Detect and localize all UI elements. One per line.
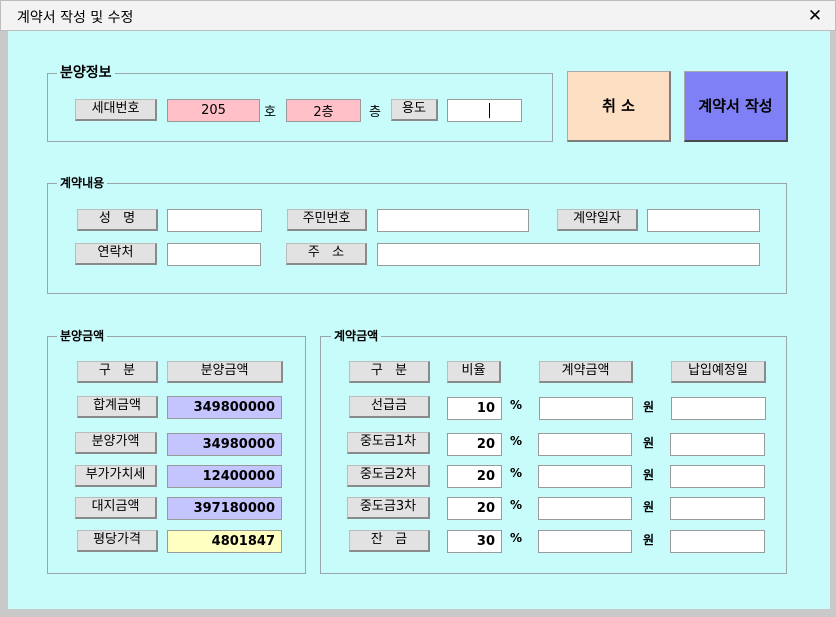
ratio-input[interactable]: [447, 397, 502, 420]
percent-unit: %: [510, 466, 523, 480]
title-bar: 계약서 작성 및 수정 ✕: [0, 0, 836, 31]
resident-id-label: 주민번호: [287, 209, 367, 231]
due-date-input[interactable]: [671, 397, 766, 420]
contract-info-frame: [47, 183, 787, 294]
ratio-input[interactable]: [447, 433, 502, 456]
won-unit: 원: [643, 436, 655, 450]
sale-row-label: 평당가격: [77, 530, 158, 552]
sale-category-header: 구 분: [77, 361, 158, 383]
sale-row-value[interactable]: [167, 433, 282, 456]
sale-row-label: 분양가액: [75, 432, 157, 454]
contract-amount-header: 계약금액: [539, 361, 633, 383]
sale-info-legend: 분양정보: [57, 65, 115, 81]
due-date-header: 납입예정일: [671, 361, 766, 383]
sale-row-value[interactable]: [167, 497, 282, 520]
usage-input[interactable]: [447, 99, 522, 122]
unit-number-label: 세대번호: [75, 99, 157, 121]
percent-unit: %: [510, 398, 523, 412]
due-date-input[interactable]: [670, 465, 765, 488]
sale-amount-legend: 분양금액: [57, 328, 108, 344]
won-unit: 원: [643, 468, 655, 482]
due-date-input[interactable]: [670, 497, 765, 520]
payment-label: 중도금2차: [347, 465, 430, 487]
sale-row-value[interactable]: [167, 396, 282, 419]
name-input[interactable]: [167, 209, 262, 232]
sale-row-value[interactable]: [167, 465, 282, 488]
ratio-input[interactable]: [447, 530, 502, 553]
ratio-input[interactable]: [447, 497, 502, 520]
ratio-input[interactable]: [447, 465, 502, 488]
sale-amount-header: 분양금액: [167, 361, 283, 383]
sale-row-label: 부가가치세: [75, 465, 157, 487]
contact-input[interactable]: [167, 243, 261, 266]
payment-label: 중도금3차: [347, 497, 430, 519]
floor-input[interactable]: [286, 99, 361, 122]
amount-input[interactable]: [538, 497, 632, 520]
contract-date-label: 계약일자: [557, 209, 638, 231]
floor-suffix: 층: [369, 105, 381, 120]
contract-amount-legend: 계약금액: [331, 328, 382, 344]
payment-label: 잔 금: [349, 530, 430, 552]
won-unit: 원: [643, 533, 655, 547]
address-label: 주 소: [286, 243, 367, 265]
ratio-header: 비율: [447, 361, 501, 383]
contract-info-legend: 계약내용: [57, 175, 108, 191]
payment-label: 선급금: [349, 396, 430, 418]
name-label: 성 명: [77, 209, 158, 231]
sale-row-label: 합계금액: [77, 396, 158, 418]
won-unit: 원: [643, 400, 655, 414]
amount-input[interactable]: [539, 397, 633, 420]
sale-row-value[interactable]: [167, 530, 282, 553]
sale-row-label: 대지금액: [75, 497, 157, 519]
usage-label: 용도: [391, 99, 438, 121]
contract-date-input[interactable]: [647, 209, 760, 232]
percent-unit: %: [510, 434, 523, 448]
won-unit: 원: [643, 500, 655, 514]
due-date-input[interactable]: [670, 433, 765, 456]
amount-input[interactable]: [538, 465, 632, 488]
amount-input[interactable]: [538, 433, 632, 456]
contract-category-header: 구 분: [349, 361, 430, 383]
payment-label: 중도금1차: [347, 432, 430, 454]
contact-label: 연락처: [75, 243, 157, 265]
window-title: 계약서 작성 및 수정: [17, 10, 134, 26]
percent-unit: %: [510, 531, 523, 545]
close-icon[interactable]: ✕: [806, 5, 824, 27]
text-cursor: [489, 103, 490, 118]
amount-input[interactable]: [538, 530, 632, 553]
address-input[interactable]: [377, 243, 760, 266]
unit-number-input[interactable]: [167, 99, 260, 122]
unit-suffix: 호: [264, 105, 276, 120]
cancel-button[interactable]: 취 소: [567, 71, 671, 142]
percent-unit: %: [510, 498, 523, 512]
write-contract-button[interactable]: 계약서 작성: [684, 71, 788, 142]
resident-id-input[interactable]: [377, 209, 529, 232]
due-date-input[interactable]: [670, 530, 765, 553]
